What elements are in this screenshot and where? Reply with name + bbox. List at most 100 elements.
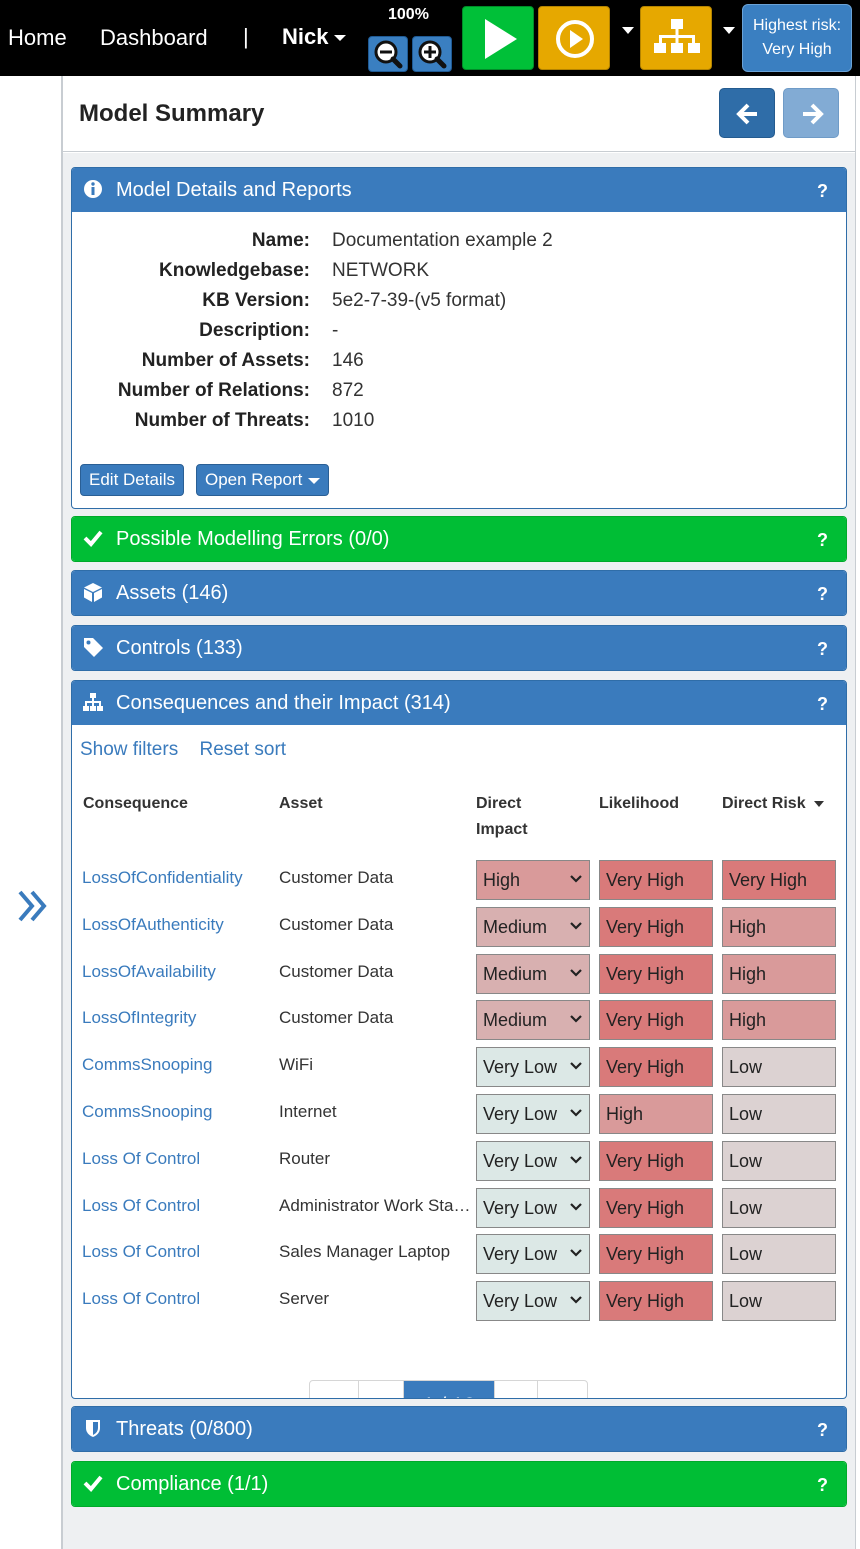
consequence-link[interactable]: LossOfConfidentiality (82, 868, 243, 888)
direct-risk-cell: High (722, 953, 836, 994)
detail-label: Number of Relations: (117, 380, 310, 401)
likelihood-cell: Very High (599, 953, 713, 994)
direct-impact-select[interactable]: High (476, 860, 590, 900)
nav-home-link[interactable]: Home (8, 24, 67, 52)
zoom-out-button[interactable] (368, 36, 408, 72)
consequence-link[interactable]: Loss Of Control (82, 1196, 200, 1216)
table-row: Loss Of Control Administrator Work Statio… (72, 1186, 846, 1232)
consequences-header[interactable]: Consequences and their Impact (314) ? (72, 681, 846, 725)
chevron-down-icon (570, 1202, 582, 1211)
chevron-down-icon (570, 922, 582, 930)
expand-sidebar-icon[interactable] (16, 886, 52, 926)
consequence-link[interactable]: LossOfIntegrity (82, 1008, 196, 1028)
table-row: LossOfConfidentiality Customer Data High Ve… (72, 858, 846, 904)
consequence-link[interactable]: CommsSnooping (82, 1102, 212, 1122)
help-icon[interactable]: ? (817, 1420, 828, 1441)
run-validation-button[interactable] (462, 6, 534, 70)
direct-impact-select[interactable]: Very Low (476, 1281, 590, 1322)
cube-icon (84, 583, 102, 602)
model-hierarchy-button[interactable] (640, 6, 712, 70)
help-icon[interactable]: ? (817, 530, 828, 551)
assets-header[interactable]: Assets (146) ? (72, 571, 846, 615)
direct-impact-select[interactable]: Very Low (476, 1140, 590, 1181)
direct-impact-select[interactable]: Very Low (476, 1094, 590, 1134)
last-page-button[interactable]: » (538, 1381, 587, 1398)
compliance-panel[interactable]: Compliance (1/1) ? (71, 1461, 847, 1507)
next-page-button[interactable]: › (495, 1381, 538, 1398)
column-header-consequence[interactable]: Consequence (83, 791, 188, 817)
column-header-asset[interactable]: Asset (279, 791, 323, 817)
modelling-errors-header[interactable]: Possible Modelling Errors (0/0) ? (72, 517, 846, 561)
help-icon[interactable]: ? (817, 181, 828, 202)
direct-impact-select[interactable]: Medium (476, 953, 590, 994)
detail-value: - (332, 320, 339, 341)
likelihood-cell: Very High (599, 1047, 713, 1088)
first-page-button[interactable]: « (310, 1381, 359, 1398)
column-header-direct-impact[interactable]: Direct Impact (476, 791, 528, 843)
sitemap-icon (83, 693, 103, 711)
calculate-risks-button[interactable] (538, 6, 610, 70)
hierarchy-dropdown-caret-icon[interactable] (723, 27, 735, 34)
model-details-title: Model Details and Reports (116, 179, 352, 201)
consequence-link[interactable]: LossOfAvailability (82, 962, 216, 982)
consequence-link[interactable]: LossOfAuthenticity (82, 915, 224, 935)
help-icon[interactable]: ? (817, 584, 828, 605)
check-icon (83, 530, 103, 547)
direct-impact-value: Very Low (483, 1104, 558, 1124)
direct-impact-select[interactable]: Very Low (476, 1187, 590, 1228)
direct-risk-cell: Low (722, 1281, 836, 1322)
column-header-likelihood[interactable]: Likelihood (599, 791, 679, 817)
modelling-errors-panel[interactable]: Possible Modelling Errors (0/0) ? (71, 516, 847, 562)
back-button[interactable] (719, 88, 775, 138)
reset-sort-link[interactable]: Reset sort (199, 739, 286, 760)
model-details-header[interactable]: Model Details and Reports ? (72, 168, 846, 212)
zoom-in-button[interactable] (412, 36, 452, 72)
edit-details-button[interactable]: Edit Details (80, 464, 184, 496)
threats-header[interactable]: Threats (0/800) ? (72, 1407, 846, 1451)
direct-risk-label: Direct Risk (722, 795, 806, 812)
help-icon[interactable]: ? (817, 694, 828, 715)
tag-icon (84, 638, 103, 657)
highest-risk-indicator[interactable]: Highest risk: Very High (742, 4, 852, 72)
direct-impact-value: Very Low (483, 1244, 558, 1265)
assets-panel[interactable]: Assets (146) ? (71, 570, 847, 616)
show-filters-link[interactable]: Show filters (80, 739, 178, 760)
controls-panel[interactable]: Controls (133) ? (71, 625, 847, 671)
consequence-link[interactable]: Loss Of Control (82, 1289, 200, 1309)
direct-impact-value: Medium (483, 963, 548, 984)
direct-impact-select[interactable]: Very Low (476, 1047, 590, 1088)
nav-dashboard-link[interactable]: Dashboard (100, 24, 208, 52)
help-icon[interactable]: ? (817, 639, 828, 660)
consequence-link[interactable]: Loss Of Control (82, 1149, 200, 1169)
detail-row: Knowledgebase: NETWORK (72, 256, 846, 286)
highest-risk-value: Very High (762, 41, 832, 58)
asset-cell: Administrator Work Station (279, 1195, 474, 1215)
calculate-dropdown-caret-icon[interactable] (622, 27, 634, 34)
consequence-link[interactable]: CommsSnooping (82, 1055, 212, 1075)
nav-separator: | (243, 24, 249, 49)
detail-value: 872 (332, 380, 364, 401)
open-report-button[interactable]: Open Report (196, 464, 330, 496)
controls-header[interactable]: Controls (133) ? (72, 626, 846, 670)
threats-panel[interactable]: Threats (0/800) ? (71, 1406, 847, 1452)
consequence-link[interactable]: Loss Of Control (82, 1242, 200, 1262)
direct-impact-value: High (483, 870, 521, 890)
direct-risk-cell: Very High (722, 860, 836, 900)
asset-cell: WiFi (279, 1055, 313, 1075)
direct-impact-select[interactable]: Medium (476, 906, 590, 947)
help-icon[interactable]: ? (817, 1475, 828, 1496)
chevron-down-icon (570, 875, 582, 883)
direct-impact-select[interactable]: Very Low (476, 1234, 590, 1275)
compliance-header[interactable]: Compliance (1/1) ? (72, 1462, 846, 1506)
caret-down-icon (308, 478, 321, 484)
user-menu[interactable]: Nick (282, 24, 347, 50)
column-header-direct-risk[interactable]: Direct Risk (722, 791, 824, 817)
detail-label: Knowledgebase: (159, 260, 310, 281)
direct-impact-select[interactable]: Medium (476, 1000, 590, 1041)
prev-page-button[interactable]: ‹ (359, 1381, 404, 1398)
chevron-down-icon (570, 1249, 582, 1257)
forward-button[interactable] (783, 88, 839, 138)
table-row: Loss Of Control Sales Manager Laptop Very … (72, 1232, 846, 1278)
check-icon (83, 1475, 103, 1492)
compliance-title: Compliance (1/1) (116, 1473, 269, 1495)
